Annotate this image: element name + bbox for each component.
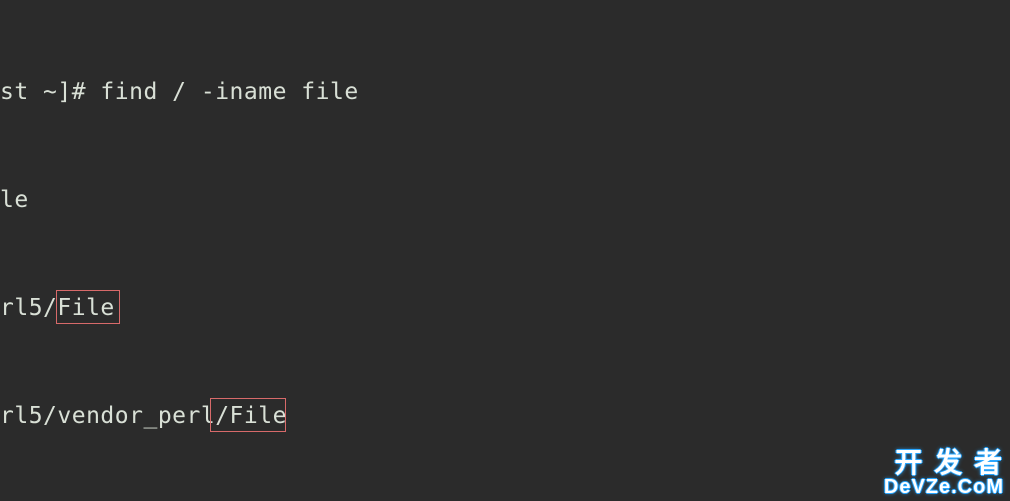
terminal-line: rl5/File (0, 290, 1010, 326)
terminal-line: rl5/vendor_perl/File (0, 398, 1010, 434)
line-text: rl5/vendor_perl/File (0, 403, 287, 429)
terminal-line: st ~]# find / -iname file (0, 74, 1010, 110)
terminal[interactable]: st ~]# find / -iname file le rl5/File rl… (0, 0, 1010, 501)
line-text: rl5/File (0, 295, 115, 321)
terminal-line: le (0, 182, 1010, 218)
line-text: le (0, 187, 29, 213)
line-text: st ~]# find / -iname file (0, 79, 359, 105)
